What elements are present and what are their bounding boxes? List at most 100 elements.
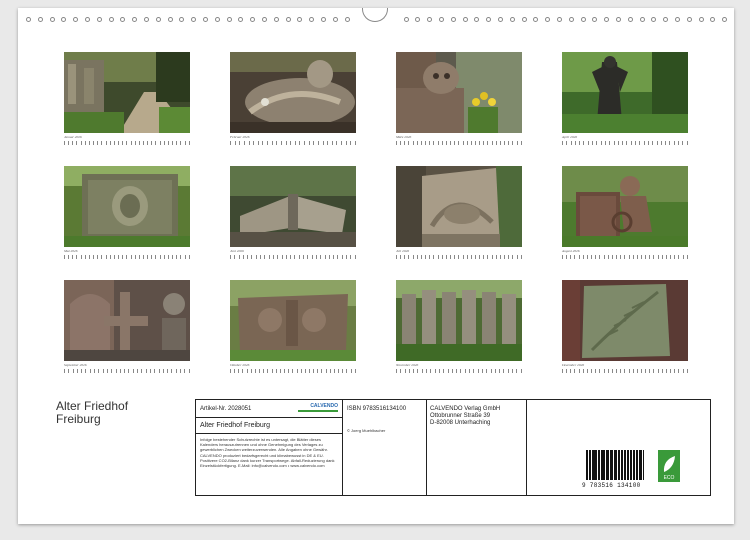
photo-january (64, 52, 190, 133)
day-tick (643, 141, 645, 145)
day-tick (118, 255, 120, 259)
day-tick (404, 141, 406, 145)
day-tick (652, 141, 654, 145)
binding-hole (108, 17, 114, 22)
day-tick (151, 255, 153, 259)
day-tick (499, 255, 501, 259)
day-tick (611, 255, 613, 259)
day-tick (126, 141, 128, 145)
binding-hole (238, 17, 244, 22)
day-tick (574, 369, 576, 373)
day-tick (626, 141, 628, 145)
day-tick (454, 141, 456, 145)
day-tick (285, 255, 287, 259)
day-tick (686, 255, 688, 259)
binding-hole (203, 17, 208, 22)
day-tick (396, 141, 397, 145)
day-tick (630, 141, 632, 145)
binding-hole (191, 17, 197, 22)
day-tick (603, 255, 605, 259)
day-tick (462, 255, 464, 259)
day-tick (469, 369, 471, 373)
day-tick (180, 255, 182, 259)
day-tick (141, 369, 143, 373)
day-tick (68, 369, 70, 373)
day-tick (101, 141, 103, 145)
day-tick (490, 369, 492, 373)
binding-hole (627, 17, 633, 22)
day-tick (230, 141, 231, 145)
day-tick (307, 255, 309, 259)
month-label: April 2026 (562, 135, 578, 139)
day-tick (113, 141, 115, 145)
day-tick (341, 255, 343, 259)
day-tick (592, 141, 594, 145)
day-tick (451, 369, 453, 373)
day-tick (350, 141, 352, 145)
calendar-title-line2: Freiburg (56, 412, 101, 426)
day-tick (445, 141, 447, 145)
day-tick (180, 141, 182, 145)
binding-hole (214, 17, 220, 22)
binding-hole (698, 17, 704, 22)
day-tick (686, 369, 688, 373)
day-tick (119, 369, 121, 373)
day-tick (300, 369, 302, 373)
day-tick (491, 141, 493, 145)
day-tick (412, 141, 414, 145)
day-tick (247, 255, 249, 259)
day-tick (354, 369, 356, 373)
day-tick (130, 255, 132, 259)
day-tick (400, 141, 402, 145)
eco-badge: ECO (658, 450, 680, 482)
day-tick (118, 141, 120, 145)
day-tick (188, 255, 190, 259)
day-tick (159, 141, 161, 145)
barcode (586, 450, 644, 480)
day-tick (508, 141, 510, 145)
binding-hole (592, 17, 598, 22)
day-tick (350, 255, 352, 259)
barcode-bar (622, 450, 624, 480)
day-tick (72, 141, 74, 145)
day-tick (596, 141, 598, 145)
day-tick (616, 255, 618, 259)
day-tick (516, 255, 518, 259)
day-tick (438, 369, 440, 373)
binding-hole (462, 17, 468, 22)
day-tick (109, 255, 111, 259)
barcode-number: 9 783516 134100 (582, 482, 641, 489)
day-tick (574, 255, 576, 259)
calendar-title: Alter Friedhof Freiburg (56, 400, 128, 426)
day-tick (122, 255, 124, 259)
day-tick (582, 255, 584, 259)
month-label: Januar 2026 (64, 135, 82, 139)
day-tick (512, 141, 514, 145)
day-tick (147, 141, 149, 145)
day-tick (238, 369, 240, 373)
day-tick (665, 255, 667, 259)
day-tick (184, 369, 186, 373)
day-tick (586, 255, 588, 259)
copyright: © Joerg Muehlbacher (347, 428, 386, 433)
publisher-line1: CALVENDO Verlag GmbH (430, 406, 501, 412)
day-tick (267, 369, 269, 373)
day-ticks (396, 255, 522, 261)
day-tick (682, 369, 684, 373)
day-tick (253, 141, 255, 145)
day-tick (479, 141, 481, 145)
day-tick (126, 255, 128, 259)
barcode-bar (598, 450, 600, 480)
day-tick (396, 255, 397, 259)
day-tick (669, 141, 671, 145)
day-tick (122, 141, 124, 145)
month-september: September 2026 (64, 280, 190, 382)
day-tick (491, 255, 493, 259)
barcode-bar (616, 450, 617, 480)
day-tick (288, 369, 290, 373)
day-tick (81, 369, 83, 373)
day-tick (458, 141, 460, 145)
day-tick (404, 255, 406, 259)
day-tick (89, 369, 91, 373)
month-july: Juli 2026 (396, 166, 522, 268)
